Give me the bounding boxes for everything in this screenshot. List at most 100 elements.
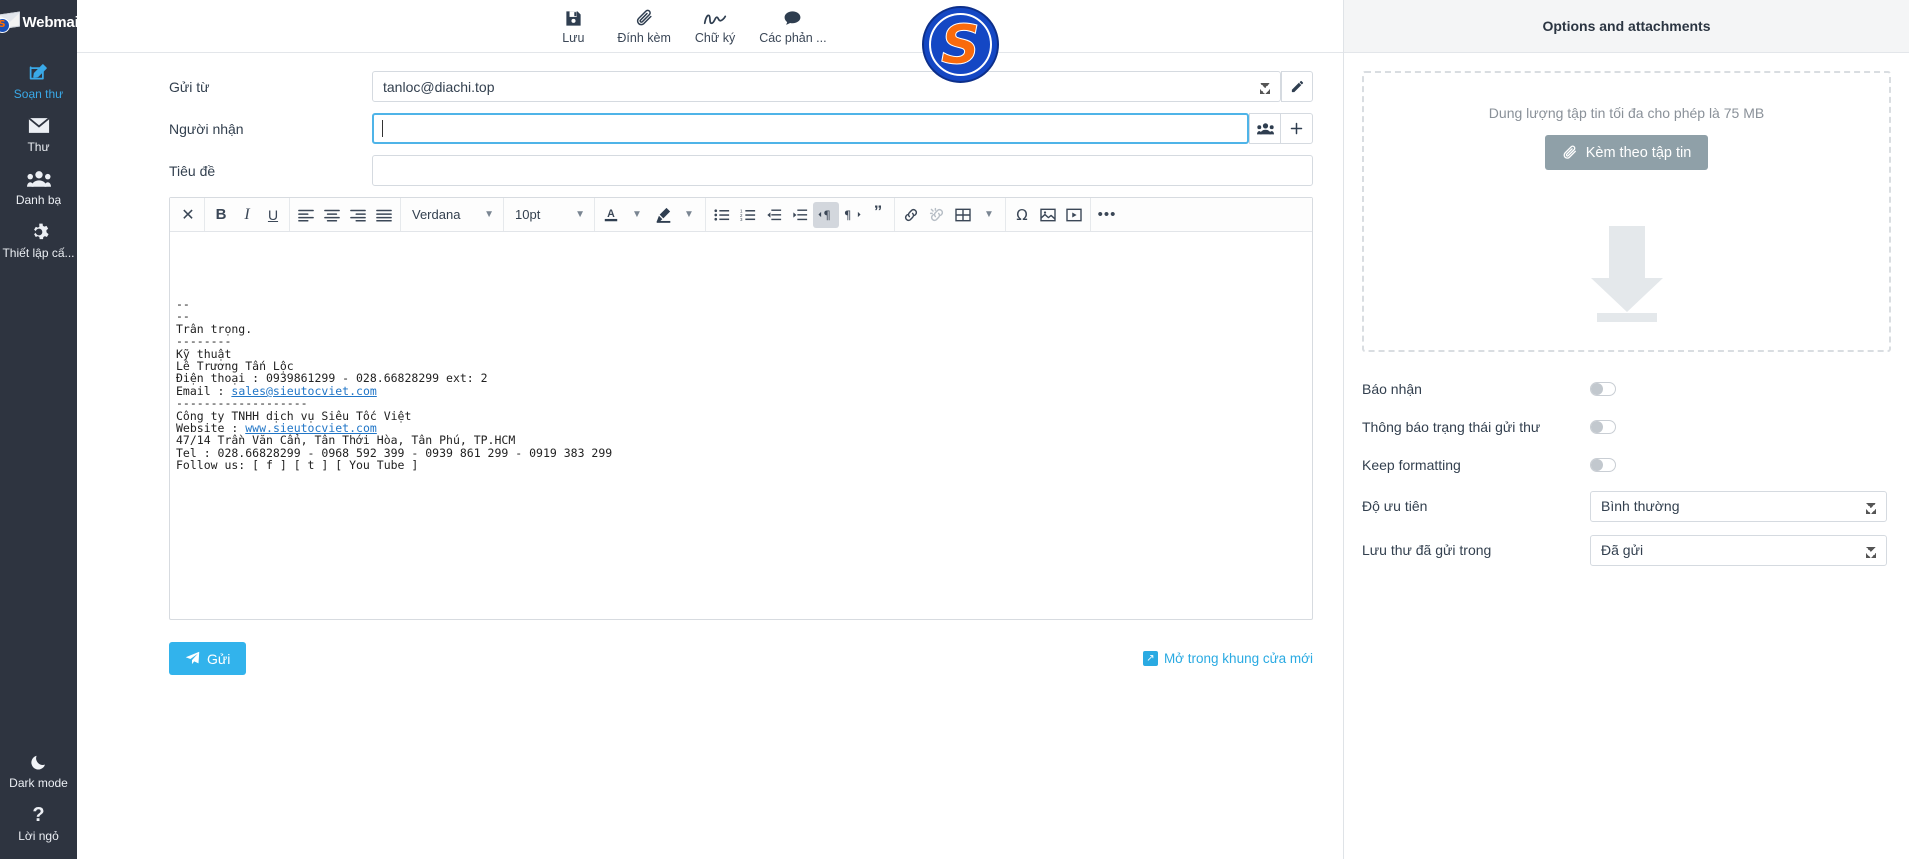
priority-select[interactable] <box>1590 490 1887 522</box>
indent-icon[interactable] <box>787 202 813 228</box>
font-family-select[interactable]: Verdana ▼ <box>404 202 500 228</box>
options-title: Options and attachments <box>1344 0 1909 53</box>
chevron-down-icon: ▼ <box>484 209 494 220</box>
align-right-icon[interactable] <box>345 202 371 228</box>
align-left-icon[interactable] <box>293 202 319 228</box>
toolbar-group-styles: B I U <box>205 198 290 231</box>
read-receipt-toggle[interactable] <box>1590 382 1616 396</box>
send-label: Gửi <box>207 650 231 667</box>
special-character-icon[interactable]: Ω <box>1009 202 1035 228</box>
sig-l13: Follow us: [ f ] [ t ] [ You Tube ] <box>176 458 419 473</box>
italic-icon[interactable]: I <box>234 202 260 228</box>
brand-text: Webmail <box>22 13 83 31</box>
font-size-value: 10pt <box>515 207 541 222</box>
responses-button[interactable]: Các phản ... <box>759 8 827 45</box>
subject-row: Tiêu đề <box>77 155 1313 186</box>
numbered-list-icon[interactable]: 1 2 3 <box>735 202 761 228</box>
question-icon: ? <box>32 803 45 826</box>
clear-formatting-icon[interactable]: ✕ <box>175 202 201 228</box>
editor-toolbar: ✕ B I U Verdana ▼ 10pt ▼ A ▼ ▼ 1 2 3 ¶ ¶… <box>170 198 1312 232</box>
options-list: Báo nhận Thông báo trạng thái gửi thư Ke… <box>1344 352 1909 572</box>
font-size-select[interactable]: 10pt ▼ <box>507 202 591 228</box>
subject-input[interactable] <box>372 155 1313 186</box>
outdent-icon[interactable] <box>761 202 787 228</box>
sidebar-item-help[interactable]: ? Lời ngỏ <box>0 796 77 849</box>
webmail-envelope-icon: S <box>0 11 21 33</box>
toolbar-group-lists: 1 2 3 ¶ ¶ ” <box>706 198 895 231</box>
signature-label: Chữ ký <box>694 30 736 45</box>
sidebar-nav: Soạn thư Thư Danh bạ Thiết lập cấ... <box>0 54 77 266</box>
blockquote-icon[interactable]: ” <box>865 202 891 228</box>
option-row-delivery-status: Thông báo trạng thái gửi thư <box>1362 408 1887 446</box>
popout-icon: ↗ <box>1142 651 1158 666</box>
text-color-icon[interactable]: A <box>598 202 624 228</box>
sidebar-item-mail[interactable]: Thư <box>0 107 77 160</box>
brand-logo: S Webmail <box>0 0 83 40</box>
sidebar-item-dark-mode-label: Dark mode <box>9 776 68 790</box>
attach-file-button[interactable]: Kèm theo tập tin <box>1544 135 1709 170</box>
rtl-direction-icon[interactable]: ¶ <box>839 202 865 228</box>
ltr-direction-icon[interactable]: ¶ <box>813 201 839 228</box>
bullet-list-icon[interactable] <box>709 202 735 228</box>
option-row-keep-formatting: Keep formatting <box>1362 446 1887 484</box>
subject-label: Tiêu đề <box>169 162 216 179</box>
save-folder-select[interactable] <box>1590 534 1887 566</box>
insert-image-icon[interactable] <box>1035 202 1061 228</box>
popout-window-button[interactable]: ↗ Mở trong khung cửa mới <box>1142 651 1313 666</box>
align-justify-icon[interactable] <box>371 202 397 228</box>
insert-link-icon[interactable] <box>898 202 924 228</box>
option-row-priority: Độ ưu tiên <box>1362 484 1887 528</box>
keep-formatting-toggle[interactable] <box>1590 458 1616 472</box>
highlight-color-icon[interactable] <box>650 202 676 228</box>
sidebar-item-dark-mode[interactable]: Dark mode <box>0 743 77 796</box>
save-label: Lưu <box>562 30 585 45</box>
toolbar-group-size: 10pt ▼ <box>504 198 595 231</box>
more-options-icon[interactable]: ••• <box>1094 202 1120 228</box>
underline-icon[interactable]: U <box>260 202 286 228</box>
insert-table-icon[interactable] <box>950 202 976 228</box>
signature-icon <box>703 8 727 30</box>
responses-label: Các phản ... <box>759 30 827 45</box>
comment-icon <box>783 8 802 30</box>
text-color-chevron-down-icon[interactable]: ▼ <box>624 202 650 228</box>
attachment-size-note: Dung lượng tập tin tối đa cho phép là 75… <box>1488 105 1765 121</box>
paperclip-icon <box>635 8 654 30</box>
toolbar-group-more: ••• <box>1091 198 1123 231</box>
attachment-dropzone[interactable]: Dung lượng tập tin tối đa cho phép là 75… <box>1362 71 1891 352</box>
svg-text:¶: ¶ <box>823 208 830 222</box>
sidebar-item-settings[interactable]: Thiết lập cấ... <box>0 213 77 266</box>
attach-label: Đính kèm <box>617 30 671 45</box>
save-button[interactable]: Lưu <box>553 8 593 45</box>
highlight-color-chevron-down-icon[interactable]: ▼ <box>676 202 702 228</box>
edit-identity-button[interactable] <box>1281 71 1313 102</box>
add-recipient-button[interactable] <box>1281 113 1313 144</box>
table-chevron-down-icon[interactable]: ▼ <box>976 202 1002 228</box>
bold-icon[interactable]: B <box>208 202 234 228</box>
send-button[interactable]: Gửi <box>169 642 247 675</box>
brand-badge-letter: S <box>0 17 10 33</box>
open-contacts-button[interactable] <box>1249 113 1281 144</box>
delivery-status-toggle[interactable] <box>1590 420 1616 434</box>
remove-link-icon[interactable] <box>924 202 950 228</box>
from-select[interactable] <box>372 71 1281 102</box>
insert-media-icon[interactable] <box>1061 202 1087 228</box>
gear-icon <box>29 220 49 243</box>
delivery-status-label: Thông báo trạng thái gửi thư <box>1362 419 1541 435</box>
download-arrow-icon <box>1590 226 1663 322</box>
sidebar-item-settings-label: Thiết lập cấ... <box>2 246 75 260</box>
signature-block: -- -- Trân trọng. -------- Kỹ thuật Lê T… <box>176 298 1296 472</box>
read-receipt-label: Báo nhận <box>1362 381 1422 397</box>
webmail-compose-app: S Webmail Soạn thư Thư Danh bạ Thiết lập… <box>0 0 1909 859</box>
contacts-icon <box>26 167 51 190</box>
attach-button[interactable]: Đính kèm <box>617 8 671 45</box>
editor-content[interactable]: -- -- Trân trọng. -------- Kỹ thuật Lê T… <box>170 232 1312 619</box>
to-input[interactable] <box>372 113 1249 144</box>
toolbar-group-media: Ω <box>1006 198 1091 231</box>
sidebar: S Webmail Soạn thư Thư Danh bạ Thiết lập… <box>0 0 83 859</box>
attach-file-label: Kèm theo tập tin <box>1585 144 1692 161</box>
compose-footer: Gửi ↗ Mở trong khung cửa mới <box>169 642 1313 675</box>
sidebar-item-contacts[interactable]: Danh bạ <box>0 160 77 213</box>
align-center-icon[interactable] <box>319 202 345 228</box>
signature-button[interactable]: Chữ ký <box>695 8 735 45</box>
sidebar-item-compose[interactable]: Soạn thư <box>0 54 77 107</box>
